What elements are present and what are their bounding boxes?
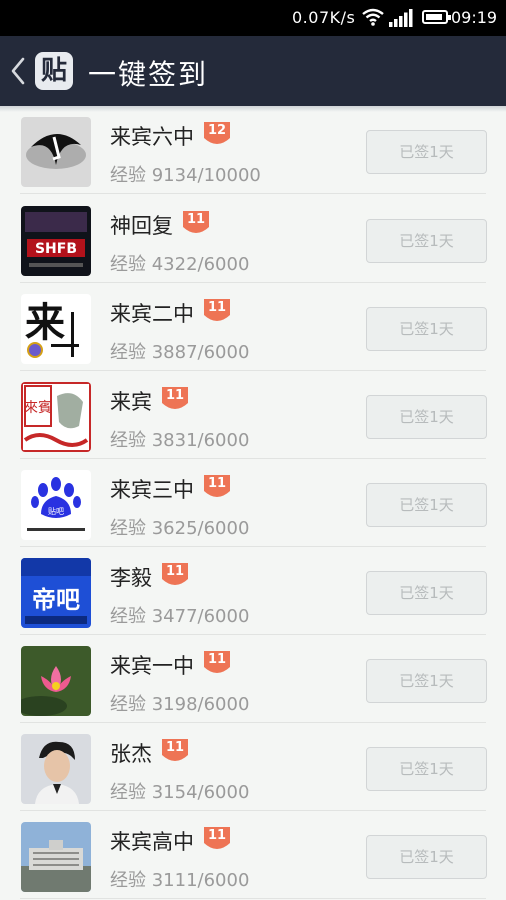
experience-text: 经验 3625/6000 bbox=[110, 518, 250, 539]
level-badge: 11 bbox=[160, 385, 190, 413]
experience-text: 经验 3477/6000 bbox=[110, 606, 250, 627]
experience-text: 经验 4322/6000 bbox=[110, 254, 250, 275]
forum-row[interactable]: 来宾高中 11 经验 3111/6000 已签1天 bbox=[0, 811, 506, 899]
level-badge: 11 bbox=[181, 209, 211, 237]
experience-text: 经验 3198/6000 bbox=[110, 694, 250, 715]
experience-text: 经验 3887/6000 bbox=[110, 342, 250, 363]
signed-in-button[interactable]: 已签1天 bbox=[366, 307, 487, 351]
experience-text: 经验 3831/6000 bbox=[110, 430, 250, 451]
level-badge: 11 bbox=[202, 473, 232, 501]
experience-text: 经验 3111/6000 bbox=[110, 870, 250, 891]
row-divider bbox=[20, 898, 486, 899]
forum-row[interactable]: 贴吧 来宾三中 11 经验 3625/6000 已签1天 bbox=[0, 459, 506, 547]
wifi-icon bbox=[362, 8, 384, 26]
page-title: 一键签到 bbox=[88, 58, 209, 91]
signed-in-button[interactable]: 已签1天 bbox=[366, 747, 487, 791]
level-number: 11 bbox=[165, 388, 185, 403]
forum-avatar[interactable] bbox=[21, 646, 91, 716]
signed-in-button[interactable]: 已签1天 bbox=[366, 219, 487, 263]
title-bar: 贴 一键签到 bbox=[0, 36, 506, 106]
forum-list: 来宾六中 12 经验 9134/10000 已签1天 SHFB 神回复 11 经验 4322/… bbox=[0, 106, 506, 900]
forum-row[interactable]: 來賓 来宾 11 经验 3831/6000 已签1天 bbox=[0, 371, 506, 459]
forum-avatar[interactable] bbox=[21, 822, 91, 892]
level-number: 11 bbox=[186, 212, 206, 227]
forum-name: 来宾六中 bbox=[110, 125, 194, 149]
forum-row[interactable]: 帝吧 李毅 11 经验 3477/6000 已签1天 bbox=[0, 547, 506, 635]
forum-name: 来宾三中 bbox=[110, 478, 194, 502]
level-badge: 11 bbox=[202, 825, 232, 853]
forum-avatar[interactable] bbox=[21, 117, 91, 187]
battery-icon bbox=[422, 10, 451, 24]
experience-text: 经验 9134/10000 bbox=[110, 165, 261, 186]
header-shadow bbox=[0, 106, 506, 112]
level-badge: 11 bbox=[160, 737, 190, 765]
level-number: 11 bbox=[207, 652, 227, 667]
forum-name: 来宾高中 bbox=[110, 830, 194, 854]
forum-row[interactable]: 来宾一中 11 经验 3198/6000 已签1天 bbox=[0, 635, 506, 723]
forum-name: 来宾二中 bbox=[110, 302, 194, 326]
level-number: 11 bbox=[207, 476, 227, 491]
forum-row[interactable]: 张杰 11 经验 3154/6000 已签1天 bbox=[0, 723, 506, 811]
row-divider bbox=[20, 193, 486, 194]
signed-in-button[interactable]: 已签1天 bbox=[366, 835, 487, 879]
forum-avatar[interactable] bbox=[21, 734, 91, 804]
avatar-text: 來賓 bbox=[24, 399, 52, 416]
back-arrow-icon[interactable] bbox=[10, 56, 26, 86]
forum-name: 来宾 bbox=[110, 390, 152, 414]
signed-in-button[interactable]: 已签1天 bbox=[366, 130, 487, 174]
level-badge: 11 bbox=[202, 297, 232, 325]
forum-row[interactable]: 来宾六中 12 经验 9134/10000 已签1天 bbox=[0, 106, 506, 194]
tieba-logo: 贴 bbox=[35, 52, 73, 90]
level-badge: 11 bbox=[160, 561, 190, 589]
forum-avatar[interactable]: 来 bbox=[21, 294, 91, 364]
forum-name: 李毅 bbox=[110, 566, 152, 590]
level-number: 11 bbox=[207, 300, 227, 315]
avatar-text: SHFB bbox=[35, 241, 77, 257]
signed-in-button[interactable]: 已签1天 bbox=[366, 659, 487, 703]
level-number: 11 bbox=[207, 828, 227, 843]
level-number: 11 bbox=[165, 740, 185, 755]
level-number: 12 bbox=[207, 123, 227, 138]
forum-avatar[interactable]: 贴吧 bbox=[21, 470, 91, 540]
forum-avatar[interactable]: 來賓 bbox=[21, 382, 91, 452]
forum-row[interactable]: 来 来宾二中 11 经验 3887/6000 已签1天 bbox=[0, 283, 506, 371]
forum-avatar[interactable]: 帝吧 bbox=[21, 558, 91, 628]
level-badge: 11 bbox=[202, 649, 232, 677]
signed-in-button[interactable]: 已签1天 bbox=[366, 571, 487, 615]
signal-icon bbox=[389, 9, 413, 27]
level-number: 11 bbox=[165, 564, 185, 579]
avatar-text: 来 bbox=[25, 299, 65, 346]
experience-text: 经验 3154/6000 bbox=[110, 782, 250, 803]
clock: 09:19 bbox=[451, 8, 498, 27]
forum-row[interactable]: SHFB 神回复 11 经验 4322/6000 已签1天 bbox=[0, 195, 506, 283]
forum-avatar[interactable]: SHFB bbox=[21, 206, 91, 276]
signed-in-button[interactable]: 已签1天 bbox=[366, 483, 487, 527]
forum-name: 张杰 bbox=[110, 742, 152, 766]
level-badge: 12 bbox=[202, 120, 232, 148]
status-bar: 0.07K/s 09:19 bbox=[0, 0, 506, 36]
forum-name: 来宾一中 bbox=[110, 654, 194, 678]
avatar-text: 帝吧 bbox=[32, 586, 80, 614]
network-speed: 0.07K/s bbox=[292, 8, 356, 27]
signed-in-button[interactable]: 已签1天 bbox=[366, 395, 487, 439]
forum-name: 神回复 bbox=[110, 214, 173, 238]
avatar-text: 贴吧 bbox=[48, 506, 64, 516]
